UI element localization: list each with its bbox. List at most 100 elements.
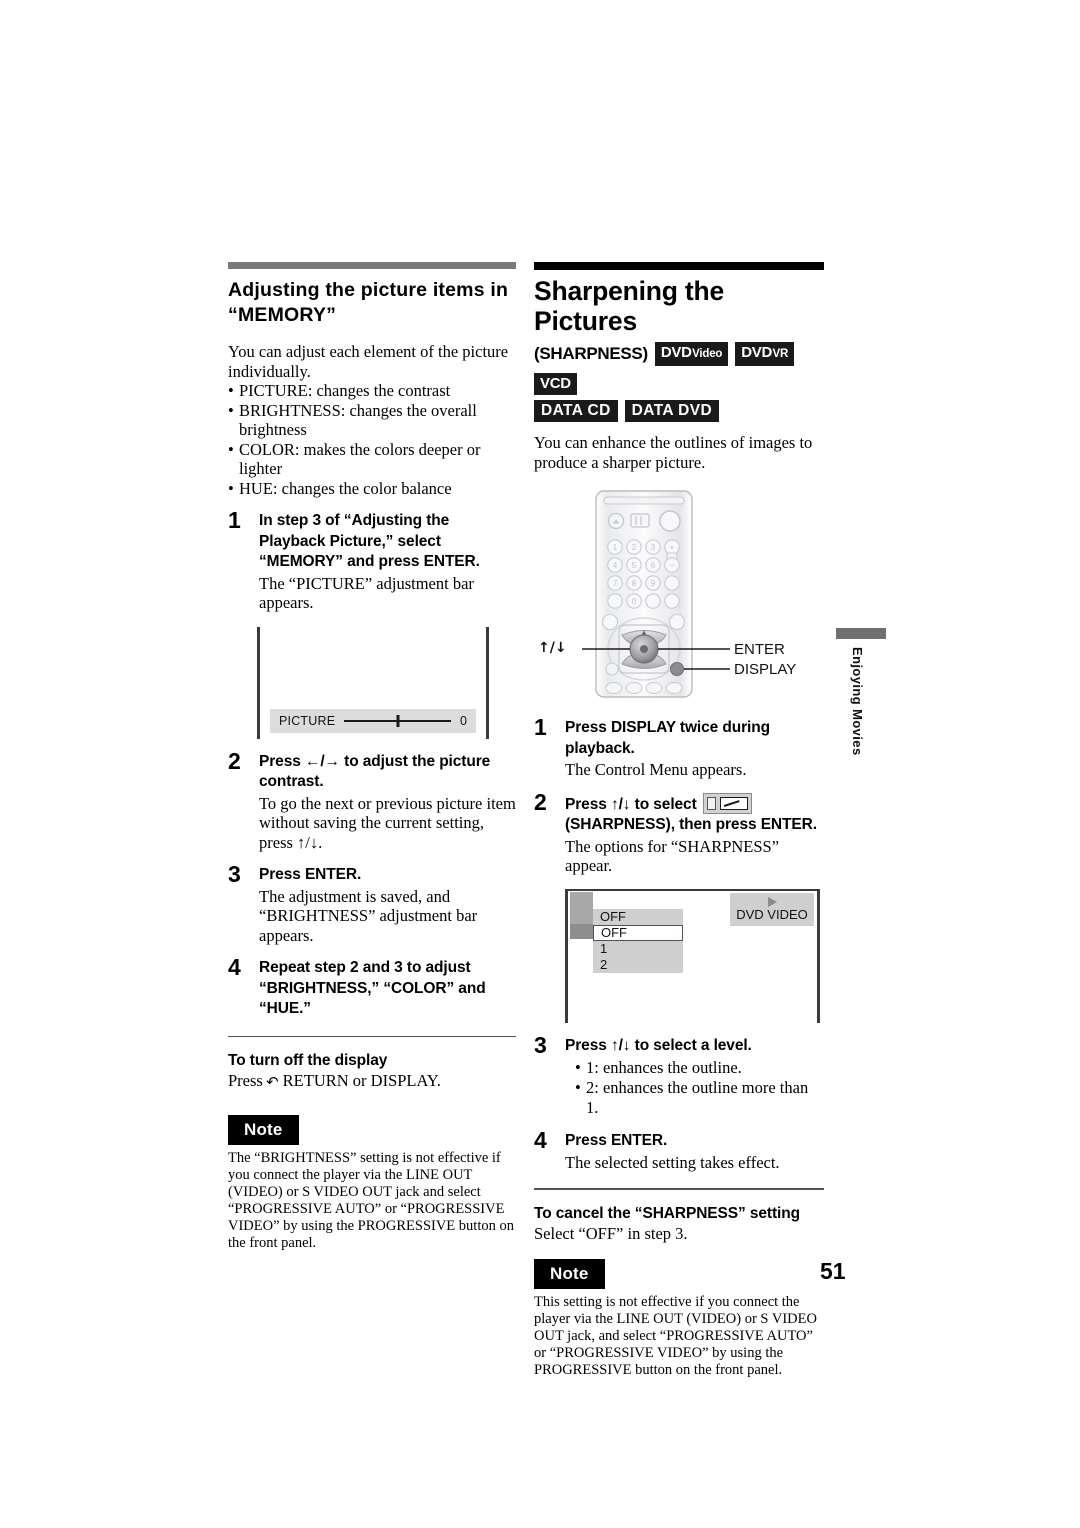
step-body: The Control Menu appears. [565,760,747,779]
turn-off-text-post: RETURN or DISPLAY. [278,1071,441,1090]
step-number: 3 [534,1031,547,1058]
step-heading: Press ENTER. [565,1132,668,1149]
step-number: 2 [228,747,241,774]
step-body: The options for “SHARPNESS” appear. [565,836,780,876]
turn-off-display-body: Press ↷ RETURN or DISPLAY. [228,1071,516,1093]
svg-text:3: 3 [651,543,656,552]
turn-off-display-heading: To turn off the display [228,1052,388,1069]
sharpness-label: (SHARPNESS) [534,344,648,363]
step-heading: In step 3 of “Adjusting the Playback Pic… [259,512,480,570]
osd-option-1[interactable]: 1 [593,941,683,957]
osd-disc-indicator: DVD VIDEO [730,892,814,926]
picture-adjustment-bar-figure: PICTURE 0 [257,626,489,739]
osd-selected-option[interactable]: OFF [593,924,683,941]
badge-main: DATA CD [541,402,611,419]
step-number: 1 [534,714,547,740]
step-1-left: 1 In step 3 of “Adjusting the Playback P… [228,507,516,613]
sharpness-icon-screen [719,796,748,810]
note-text-left: The “BRIGHTNESS” setting is not effectiv… [228,1149,514,1251]
step-4-left: 4 Repeat step 2 and 3 to adjust “BRIGHTN… [228,954,516,1020]
side-tab-bar [836,628,886,639]
divider [228,1035,516,1037]
section-rule [228,262,516,269]
badge-sub: VR [772,348,789,360]
return-arrow-icon: ↷ [266,1073,279,1091]
step-heading-pre: Press ↑/↓ to select [565,795,697,813]
step-2-right: 2 Press ↑/↓ to select (SHARPNESS), then … [534,788,824,876]
step-body: The selected setting takes effect. [565,1152,780,1172]
osd-option-2[interactable]: 2 [593,957,683,973]
badge-main: DVD [741,344,772,361]
osd-icon-cell-1 [570,891,593,909]
svg-text:−: − [669,560,674,570]
adjustment-bar: PICTURE 0 [270,708,476,733]
osd-option-list[interactable]: OFF OFF 1 2 [593,908,683,973]
badge-data-dvd: DATA DVD [624,400,720,422]
badge-dvd-video: DVD Video [654,342,729,366]
step-number: 2 [534,788,547,815]
step-heading: Repeat step 2 and 3 to adjust “BRIGHTNES… [259,959,486,1017]
note-badge-right: Note [534,1259,605,1289]
svg-text:8: 8 [632,579,637,588]
adjustment-slider[interactable] [344,714,452,727]
play-icon [767,896,777,907]
section-title-line2: “MEMORY” [228,304,337,326]
list-item: HUE: changes the color balance [228,479,516,499]
badge-main: DATA DVD [631,402,713,419]
slider-knob[interactable] [396,714,400,727]
tv-screen-left-edge [257,626,260,739]
section-title-line1: Adjusting the picture items in [228,279,509,301]
sharpness-icon [702,792,752,814]
step-2-left: 2 Press ←/→ to adjust the picture contra… [228,747,516,853]
page-title-left: Adjusting the picture items in “MEMORY” [228,278,516,328]
step-heading: Press ↑/↓ to select a level. [565,1036,752,1054]
svg-text:9: 9 [651,579,656,588]
svg-text:7: 7 [613,579,618,588]
osd-left-edge [565,888,568,1023]
osd-sharpness-options-figure: OFF OFF 1 2 OFF DVD VIDEO [565,888,820,1023]
osd-icon-cell-2 [570,908,593,924]
badge-row-2: DATA CD DATA DVD [534,400,824,422]
step-heading: Press ENTER. [259,866,362,883]
list-item: BRIGHTNESS: changes the overall brightne… [228,401,516,440]
svg-text:0: 0 [632,597,637,606]
osd-disc-label: DVD VIDEO [736,906,808,922]
list-item: PICTURE: changes the contrast [228,381,516,401]
step-heading: Press ↑/↓ to select (SHARPNESS), then pr… [565,792,824,836]
picture-items-list: PICTURE: changes the contrast BRIGHTNESS… [228,381,516,498]
page-title-right: Sharpening the Pictures [534,276,725,336]
step-3-left: 3 Press ENTER. The adjustment is saved, … [228,863,516,945]
osd-current-value: OFF [600,908,626,924]
list-item: COLOR: makes the colors deeper or lighte… [228,440,516,479]
intro-paragraph-right: You can enhance the outlines of images t… [534,433,813,472]
sharpness-icon-cursor [706,796,716,810]
note-text-right: This setting is not effective if you con… [534,1294,817,1378]
step-body: The “PICTURE” adjustment bar appears. [259,573,474,613]
remote-callout-updown: ↑/↓ [538,640,567,656]
turn-off-text-pre: Press [228,1071,267,1090]
osd-icon-cell-3 [570,923,593,939]
step-heading: Press DISPLAY twice during playback. [565,719,771,757]
badge-row-1: (SHARPNESS) DVD Video DVD VR VCD [534,342,824,395]
list-item: 1: enhances the outline. [575,1058,824,1078]
right-column: Sharpening the Pictures (SHARPNESS) DVD V… [534,262,824,1394]
section-rule [534,262,824,270]
step-1-right: 1 Press DISPLAY twice during playback. T… [534,714,824,780]
svg-text:+: + [670,543,675,552]
svg-text:6: 6 [651,561,656,570]
step-3-right: 3 Press ↑/↓ to select a level. 1: enhanc… [534,1031,824,1119]
list-item: 2: enhances the outline more than 1. [575,1078,824,1118]
disc-type-badges: (SHARPNESS) DVD Video DVD VR VCD DATA CD D… [534,342,824,422]
badge-sub: Video [692,348,723,360]
step-number: 1 [228,507,241,533]
adjustment-bar-label: PICTURE [279,713,336,728]
note-badge-left: Note [228,1114,299,1145]
step-body: To go the next or previous picture item … [259,793,516,852]
osd-top-edge [565,888,820,891]
step-number: 4 [228,954,241,980]
badge-main: DVD [660,344,692,361]
tv-screen-right-edge [486,626,489,739]
cancel-sharpness-heading: To cancel the “SHARPNESS” setting [534,1204,800,1222]
step-heading: Press ←/→ to adjust the picture contrast… [259,752,491,791]
cancel-sharpness-body: Select “OFF” in step 3. [534,1223,688,1243]
